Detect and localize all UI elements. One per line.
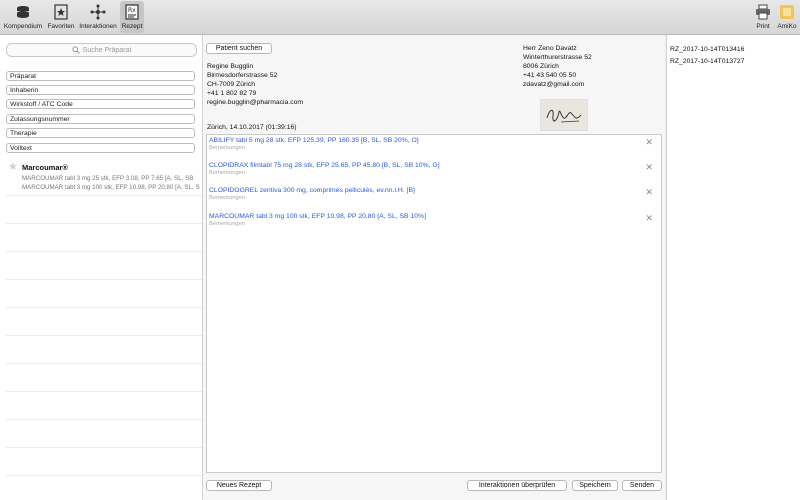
patient-street: Birmesdorferstrasse 52 — [207, 72, 278, 79]
close-icon[interactable]: ✕ — [645, 213, 653, 224]
close-icon[interactable]: ✕ — [645, 137, 653, 148]
sidebar: Suche Präparat Präparat Inhaberin Wirkst… — [0, 35, 203, 500]
toolbar-print-label: Print — [756, 23, 770, 30]
doctor-phone: +41 43 540 05 50 — [523, 72, 577, 79]
filter-wirkstoff-button[interactable]: Wirkstoff / ATC Code — [6, 99, 195, 109]
prescription-list: ABILIFY tabl 5 mg 28 stk, EFP 125.39, PP… — [206, 134, 662, 473]
stack-icon — [14, 3, 32, 21]
graph-icon — [89, 3, 107, 21]
search-placeholder: Suche Präparat — [82, 46, 132, 54]
toolbar-favoriten-label: Favoriten — [47, 23, 75, 30]
prescription-item-note[interactable]: Bemerkungen — [209, 195, 657, 201]
prescription-item-title[interactable]: CLOPIDOGREL zentiva 300 mg, comprimés pe… — [209, 187, 657, 194]
toolbar-kompendium-button[interactable]: Kompendium — [3, 1, 43, 33]
prescription-date: Zürich, 14.10.2017 (01:39:16) — [207, 124, 297, 131]
prescription-item[interactable]: CLOPIDRAX filmtabl 75 mg 28 stk, EFP 25.… — [209, 162, 657, 176]
filter-praeparat-button[interactable]: Präparat — [6, 71, 195, 81]
patient-city: CH-7009 Zürich — [207, 81, 255, 88]
amiko-logo-icon — [778, 3, 796, 21]
check-interactions-button[interactable]: Interaktionen überprüfen — [467, 480, 567, 491]
new-prescription-button[interactable]: Neues Rezept — [206, 480, 272, 491]
prescription-item-note[interactable]: Bemerkungen — [209, 170, 657, 176]
toolbar-favoriten-button[interactable]: Favoriten — [45, 1, 77, 33]
search-input[interactable]: Suche Präparat — [6, 43, 197, 57]
toolbar-kompendium-label: Kompendium — [3, 23, 43, 30]
close-icon[interactable]: ✕ — [645, 187, 653, 198]
patient-search-button[interactable]: Patient suchen — [206, 43, 272, 54]
filter-inhaberin-button[interactable]: Inhaberin — [6, 85, 195, 95]
list-divider — [6, 447, 202, 448]
toolbar-rezept-button[interactable]: Rx Rezept — [120, 1, 144, 33]
list-divider — [6, 363, 202, 364]
prescription-item[interactable]: ABILIFY tabl 5 mg 28 stk, EFP 125.39, PP… — [209, 137, 657, 151]
save-button[interactable]: Speichern — [572, 480, 618, 491]
toolbar-amiko-button[interactable]: AmiKo — [775, 1, 799, 33]
svg-text:Rx: Rx — [128, 7, 136, 14]
printer-icon — [754, 3, 772, 21]
list-divider — [6, 251, 202, 252]
prescription-icon: Rx — [123, 3, 141, 21]
star-doc-icon — [52, 3, 70, 21]
list-divider — [6, 279, 202, 280]
close-icon[interactable]: ✕ — [645, 162, 653, 173]
doctor-signature — [540, 99, 588, 131]
patient-email: regine.bugglin@pharmacia.com — [207, 99, 304, 106]
prescription-panel: Patient suchen Regine Bugglin Birmesdorf… — [203, 35, 665, 500]
list-divider — [6, 475, 202, 476]
filter-zulassungsnummer-button[interactable]: Zulassungsnummer — [6, 114, 195, 124]
prescription-item-title[interactable]: ABILIFY tabl 5 mg 28 stk, EFP 125.39, PP… — [209, 137, 657, 144]
toolbar-amiko-label: AmiKo — [777, 23, 797, 30]
list-divider — [6, 391, 202, 392]
prescription-item-title[interactable]: CLOPIDRAX filmtabl 75 mg 28 stk, EFP 25.… — [209, 162, 657, 169]
result-package-line[interactable]: MARCOUMAR tabl 3 mg 100 stk, EFP 10.98, … — [22, 184, 200, 191]
list-divider — [6, 223, 202, 224]
toolbar-print-button[interactable]: Print — [752, 1, 774, 33]
toolbar: Kompendium Favoriten Interaktionen Rx Re… — [0, 0, 800, 35]
result-package-line[interactable]: MARCOUMAR tabl 3 mg 25 stk, EFP 3.08, PP… — [22, 175, 200, 182]
list-divider — [6, 307, 202, 308]
list-divider — [6, 419, 202, 420]
doctor-name: Herr Zeno Davatz — [523, 45, 577, 52]
doctor-city: 8006 Zürich — [523, 63, 559, 70]
toolbar-rezept-label: Rezept — [121, 23, 143, 30]
prescription-item-note[interactable]: Bemerkungen — [209, 221, 657, 227]
prescription-item[interactable]: CLOPIDOGREL zentiva 300 mg, comprimés pe… — [209, 187, 657, 201]
toolbar-interaktionen-label: Interaktionen — [79, 23, 117, 30]
list-divider — [6, 335, 202, 336]
filter-volltext-button[interactable]: Volltext — [6, 143, 195, 153]
search-icon — [72, 46, 80, 54]
saved-prescription-item[interactable]: RZ_2017-10-14T013727 — [670, 58, 744, 65]
patient-name: Regine Bugglin — [207, 63, 254, 70]
prescription-item[interactable]: MARCOUMAR tabl 3 mg 100 stk, EFP 10.98, … — [209, 213, 657, 227]
doctor-email: zdavatz@gmail.com — [523, 81, 585, 88]
saved-prescription-item[interactable]: RZ_2017-10-14T013416 — [670, 46, 744, 53]
filter-therapie-button[interactable]: Therapie — [6, 128, 195, 138]
saved-prescriptions-list: RZ_2017-10-14T013416 RZ_2017-10-14T01372… — [666, 35, 800, 500]
result-title: Marcoumar® — [22, 163, 68, 172]
prescription-item-title[interactable]: MARCOUMAR tabl 3 mg 100 stk, EFP 10.98, … — [209, 213, 657, 220]
patient-phone: +41 1 802 82 79 — [207, 90, 257, 97]
toolbar-interaktionen-button[interactable]: Interaktionen — [78, 1, 118, 33]
doctor-street: Winterthurerstrasse 52 — [523, 54, 592, 61]
send-button[interactable]: Senden — [622, 480, 662, 491]
star-icon[interactable]: ★ — [8, 162, 18, 173]
prescription-item-note[interactable]: Bemerkungen — [209, 145, 657, 151]
list-divider — [6, 195, 202, 196]
